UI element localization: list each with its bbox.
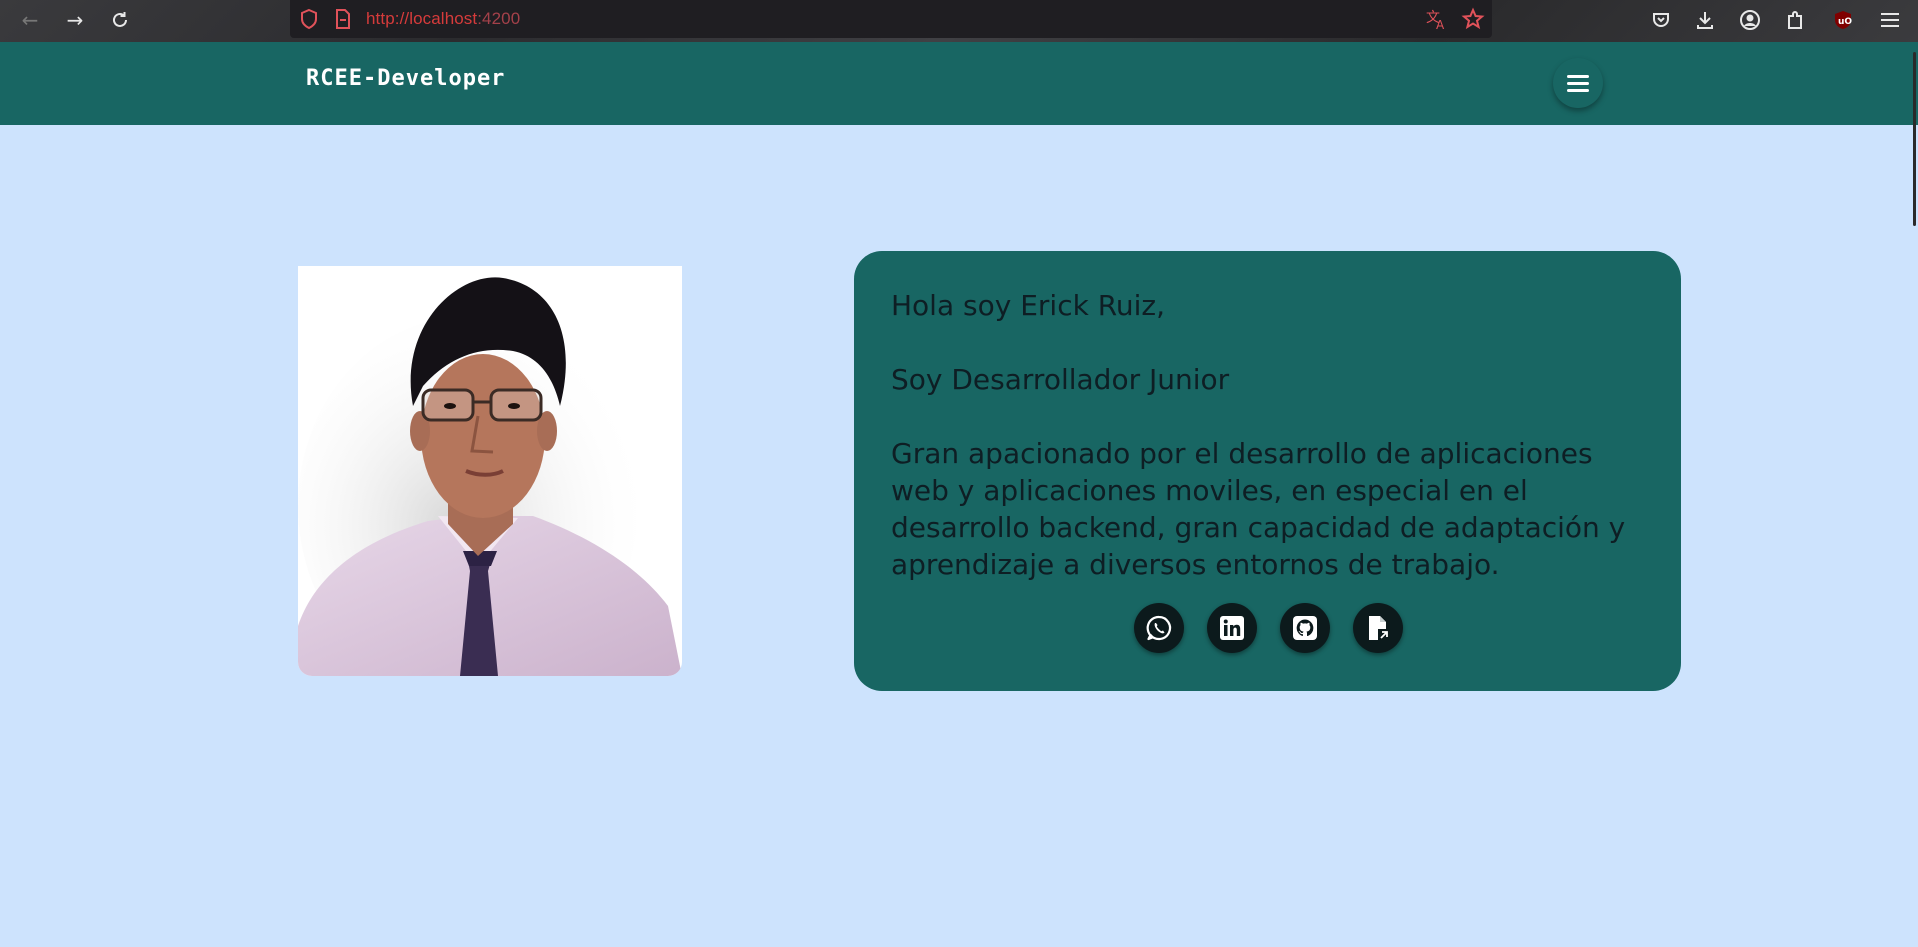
app-menu-icon[interactable] — [1875, 5, 1905, 35]
reload-icon[interactable] — [104, 4, 136, 36]
insecure-page-icon[interactable] — [334, 9, 352, 29]
url-text[interactable]: http://localhost:4200 — [366, 9, 520, 29]
profile-photo — [298, 266, 682, 676]
file-download-icon — [1369, 616, 1390, 641]
account-icon[interactable] — [1735, 5, 1765, 35]
linkedin-button[interactable] — [1207, 603, 1257, 653]
site-header: RCEE-Developer — [0, 42, 1918, 125]
extensions-icon[interactable] — [1780, 5, 1810, 35]
cv-download-button[interactable] — [1353, 603, 1403, 653]
ublock-origin-icon[interactable]: uO — [1828, 5, 1858, 35]
linkedin-icon — [1220, 616, 1244, 640]
github-icon — [1293, 616, 1317, 640]
svg-text:A: A — [1436, 18, 1445, 31]
address-bar[interactable]: http://localhost:4200 文A — [290, 0, 1492, 38]
brand-logo[interactable]: RCEE-Developer — [306, 66, 505, 91]
whatsapp-button[interactable] — [1134, 603, 1184, 653]
social-links — [854, 603, 1681, 653]
whatsapp-icon — [1146, 615, 1172, 641]
hamburger-menu-button[interactable] — [1553, 58, 1603, 108]
intro-card: Hola soy Erick Ruiz, Soy Desarrollador J… — [854, 251, 1681, 691]
back-icon[interactable]: ← — [14, 4, 46, 36]
forward-icon[interactable]: → — [59, 4, 91, 36]
pocket-icon[interactable] — [1646, 5, 1676, 35]
svg-text:uO: uO — [1838, 17, 1852, 27]
shield-icon[interactable] — [299, 8, 319, 30]
menu-line-icon — [1567, 88, 1589, 92]
menu-line-icon — [1567, 81, 1589, 85]
bio-text: Gran apacionado por el desarrollo de apl… — [891, 437, 1626, 581]
greeting-text: Hola soy Erick Ruiz, — [891, 289, 1166, 322]
role-text: Soy Desarrollador Junior — [891, 363, 1230, 396]
page-scrollbar[interactable] — [1913, 52, 1916, 226]
downloads-icon[interactable] — [1690, 5, 1720, 35]
menu-line-icon — [1567, 74, 1589, 78]
browser-toolbar: ← → http://localhost:4200 文A uO — [0, 0, 1918, 42]
bookmark-star-icon[interactable] — [1461, 7, 1485, 31]
github-button[interactable] — [1280, 603, 1330, 653]
translate-icon[interactable]: 文A — [1425, 7, 1449, 31]
